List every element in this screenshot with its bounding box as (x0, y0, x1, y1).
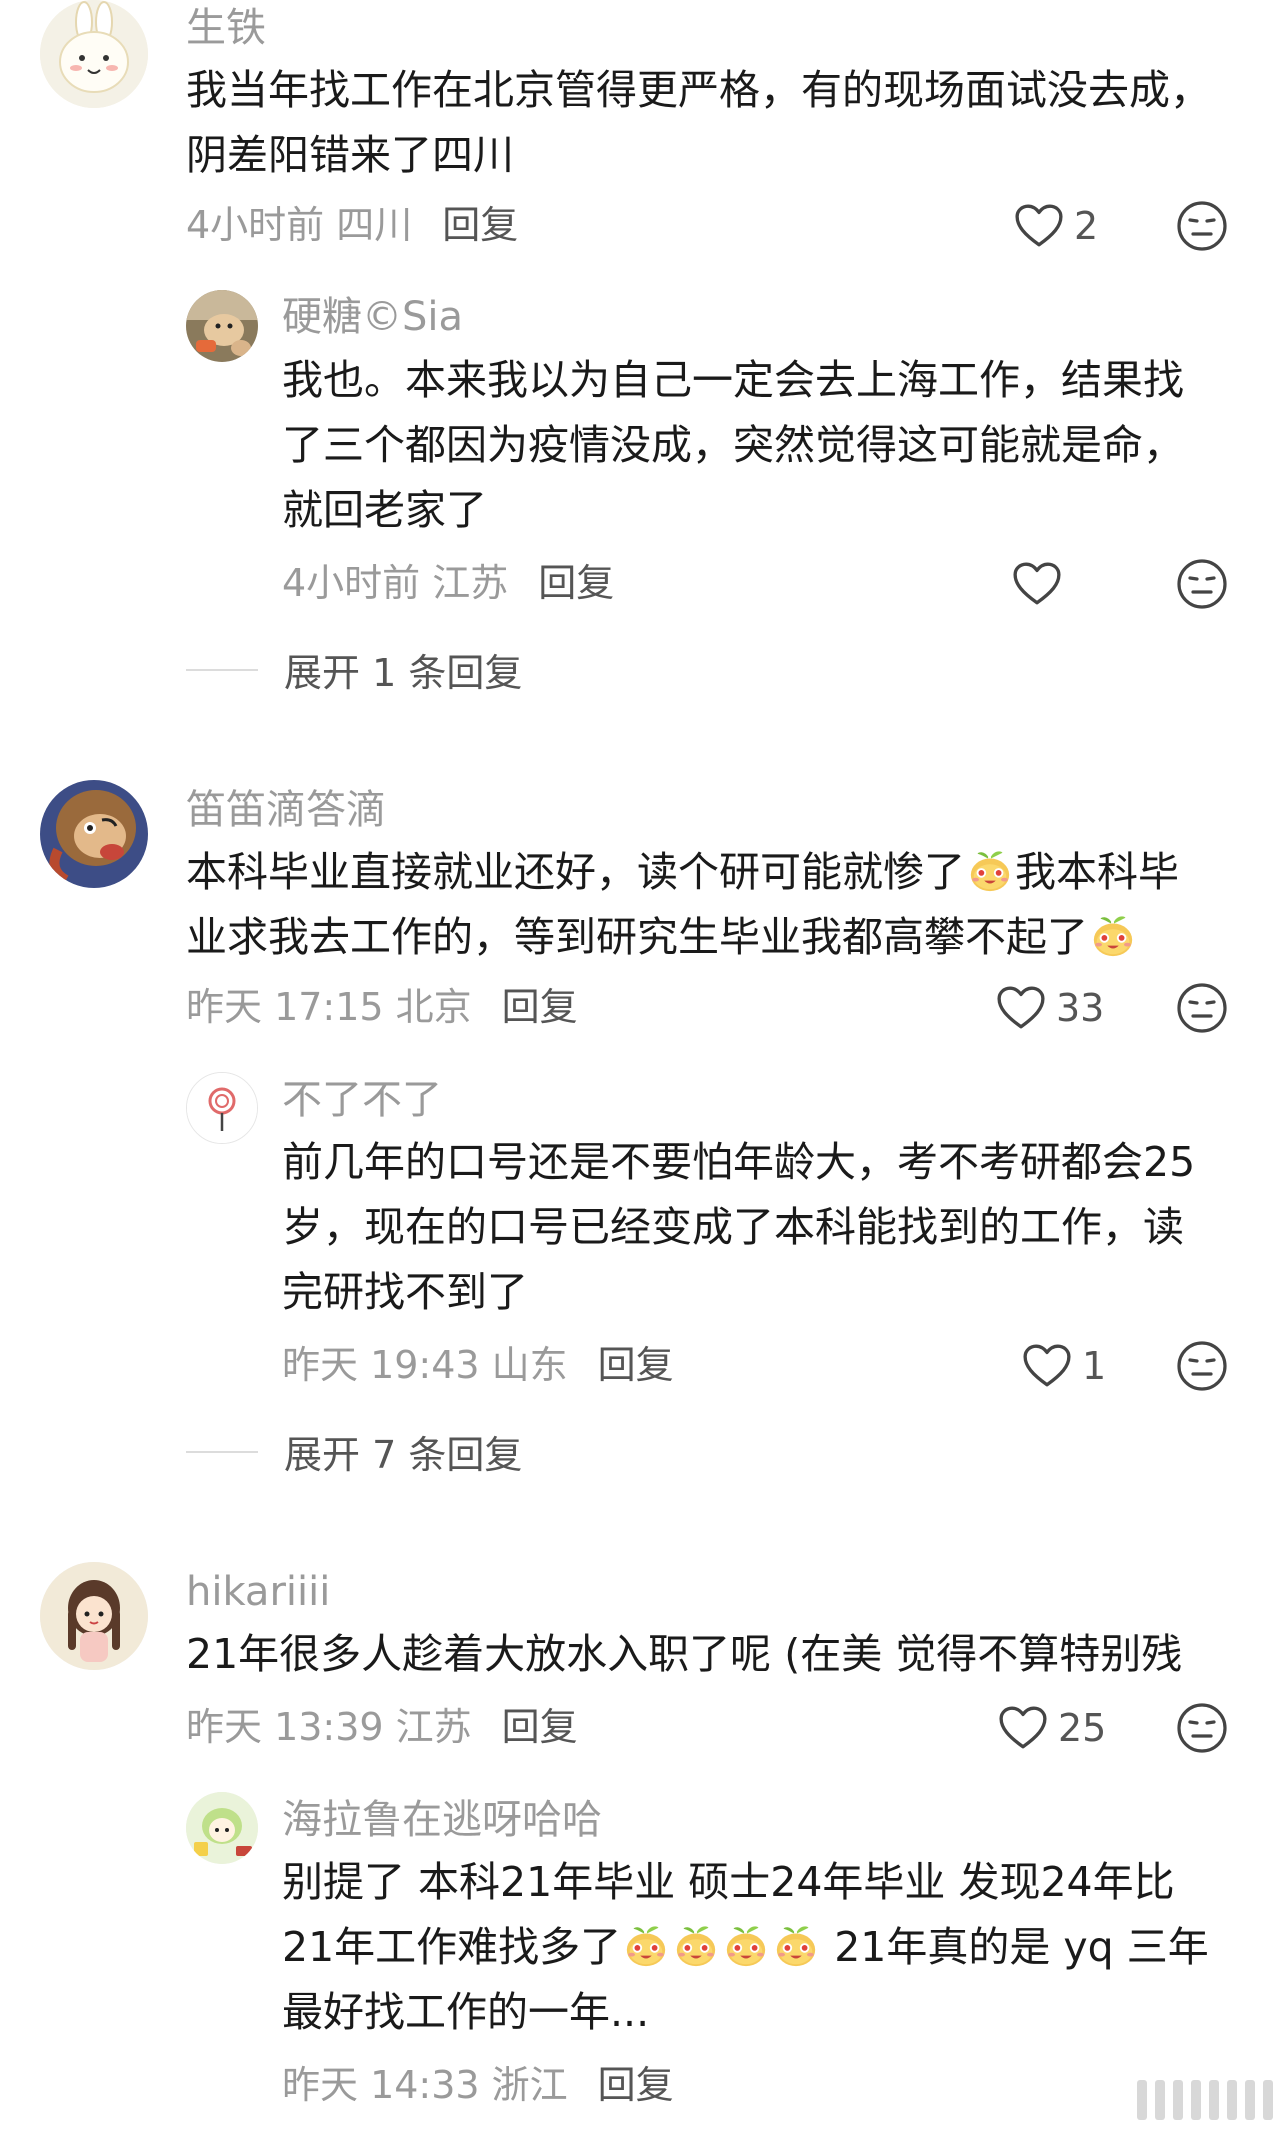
reply-button[interactable]: 回复 (538, 561, 614, 605)
reply-line: 最好找工作的一年... (282, 1988, 650, 2036)
avatar[interactable] (40, 1562, 148, 1670)
neutral-face-icon[interactable] (1176, 200, 1228, 252)
comment-line: 我本科毕 (1015, 848, 1179, 896)
like-count: 25 (1058, 1706, 1107, 1750)
reply-line: 别提了 本科21年毕业 硕士24年毕业 发现24年比 (282, 1858, 1175, 1906)
comment-username[interactable]: 生铁 (186, 8, 266, 48)
comment-time-location: 昨天 13:39 江苏 (186, 1705, 472, 1749)
sprout-face-emoji (673, 1923, 719, 1969)
reply-button[interactable]: 回复 (598, 2063, 674, 2107)
reply-meta: 昨天 19:43 山东 回复 (282, 1346, 674, 1384)
avatar[interactable] (40, 0, 148, 108)
reply-text: 前几年的口号还是不要怕年龄大，考不考研都会25 岁，现在的口号已经变成了本科能找… (282, 1130, 1195, 1325)
like-button[interactable] (1012, 554, 1072, 614)
reply-time-location: 昨天 14:33 浙江 (282, 2063, 568, 2107)
neutral-face-icon[interactable] (1176, 558, 1228, 610)
comment-line-with-emoji: 本科毕业直接就业还好，读个研可能就惨了 我本科毕 (186, 840, 1179, 905)
reply-time-location: 4小时前 江苏 (282, 561, 509, 605)
comment-line: 业求我去工作的，等到研究生毕业我都高攀不起了 (186, 913, 1088, 961)
expand-replies-label: 展开 1 条回复 (284, 651, 523, 695)
like-button[interactable]: 33 (996, 978, 1104, 1038)
comment-text: 本科毕业直接就业还好，读个研可能就惨了 我本科毕 业求我去工作的，等到研究生毕业我… (186, 840, 1179, 970)
comment-line: 本科毕业直接就业还好，读个研可能就惨了 (186, 848, 965, 896)
reply-line: 前几年的口号还是不要怕年龄大，考不考研都会25 (282, 1138, 1196, 1186)
reply-line: 完研找不到了 (282, 1268, 528, 1316)
reply-line: 我也。本来我以为自己一定会去上海工作，结果找 (282, 356, 1184, 404)
reply-button[interactable]: 回复 (442, 203, 518, 247)
comment-meta: 昨天 17:15 北京 回复 (186, 988, 578, 1026)
reply-meta: 4小时前 江苏 回复 (282, 564, 614, 602)
reply-text: 我也。本来我以为自己一定会去上海工作，结果找 了三个都因为疫情没成，突然觉得这可… (282, 348, 1184, 543)
comment-meta: 昨天 13:39 江苏 回复 (186, 1708, 578, 1746)
reply-text: 别提了 本科21年毕业 硕士24年毕业 发现24年比 21年工作难找多了 21年… (282, 1850, 1209, 2045)
comment-text: 我当年找工作在北京管得更严格，有的现场面试没去成， 阴差阳错来了四川 (186, 58, 1211, 188)
neutral-face-icon[interactable] (1176, 982, 1228, 1034)
comment-text: 21年很多人趁着大放水入职了呢 (在美 觉得不算特别残 (186, 1622, 1182, 1687)
heart-outline-icon (1014, 203, 1064, 249)
sprout-face-emoji (623, 1923, 669, 1969)
avatar[interactable] (186, 1072, 258, 1144)
comment-line-with-emoji: 业求我去工作的，等到研究生毕业我都高攀不起了 (186, 905, 1179, 970)
heart-outline-icon (998, 1705, 1048, 1751)
reply-line: 岁，现在的口号已经变成了本科能找到的工作，读 (282, 1203, 1184, 1251)
divider (186, 668, 258, 671)
sprout-face-emoji (773, 1923, 819, 1969)
reply-username[interactable]: 海拉鲁在逃呀哈哈 (282, 1800, 602, 1840)
like-button[interactable]: 25 (998, 1698, 1106, 1758)
comment-line: 我当年找工作在北京管得更严格，有的现场面试没去成， (186, 66, 1211, 114)
comment-line: 阴差阳错来了四川 (186, 131, 514, 179)
expand-replies-button[interactable]: 展开 1 条回复 (186, 642, 522, 697)
like-button[interactable]: 1 (1022, 1336, 1106, 1396)
reply-button[interactable]: 回复 (502, 1705, 578, 1749)
reply-button[interactable]: 回复 (598, 1343, 674, 1387)
comment-username[interactable]: hikariiii (186, 1572, 330, 1612)
watermark-bars (1137, 2080, 1273, 2120)
sprout-face-emoji (723, 1923, 769, 1969)
comment-meta: 4小时前 四川 回复 (186, 206, 518, 244)
reply-line: 就回老家了 (282, 486, 487, 534)
reply-line-with-emoji: 21年工作难找多了 21年真的是 yq 三年 (282, 1915, 1209, 1980)
neutral-face-icon[interactable] (1176, 1340, 1228, 1392)
reply-line: 21年真的是 yq 三年 (821, 1923, 1209, 1971)
comment-time-location: 昨天 17:15 北京 (186, 985, 472, 1029)
avatar[interactable] (186, 1792, 258, 1864)
avatar[interactable] (40, 780, 148, 888)
like-count: 2 (1074, 204, 1099, 248)
reply-meta: 昨天 14:33 浙江 回复 (282, 2066, 674, 2104)
heart-outline-icon (996, 985, 1046, 1031)
reply-username[interactable]: 不了不了 (282, 1080, 442, 1120)
reply-username[interactable]: 硬糖©Sia (282, 297, 463, 337)
like-count: 1 (1082, 1344, 1107, 1388)
reply-time-location: 昨天 19:43 山东 (282, 1343, 568, 1387)
comment-time-location: 4小时前 四川 (186, 203, 413, 247)
like-count: 33 (1056, 986, 1105, 1030)
avatar[interactable] (186, 290, 258, 362)
divider (186, 1450, 258, 1453)
comment-username[interactable]: 笛笛滴答滴 (186, 790, 386, 830)
reply-button[interactable]: 回复 (502, 985, 578, 1029)
comment-line: 21年很多人趁着大放水入职了呢 (在美 觉得不算特别残 (186, 1630, 1183, 1678)
reply-line: 21年工作难找多了 (282, 1923, 622, 1971)
expand-replies-label: 展开 7 条回复 (284, 1433, 523, 1477)
sprout-face-emoji (1090, 913, 1136, 959)
heart-outline-icon (1022, 1343, 1072, 1389)
heart-outline-icon (1012, 561, 1062, 607)
neutral-face-icon[interactable] (1176, 1702, 1228, 1754)
like-button[interactable]: 2 (1014, 196, 1098, 256)
sprout-face-emoji (967, 848, 1013, 894)
expand-replies-button[interactable]: 展开 7 条回复 (186, 1424, 522, 1479)
reply-line: 了三个都因为疫情没成，突然觉得这可能就是命， (282, 421, 1184, 469)
